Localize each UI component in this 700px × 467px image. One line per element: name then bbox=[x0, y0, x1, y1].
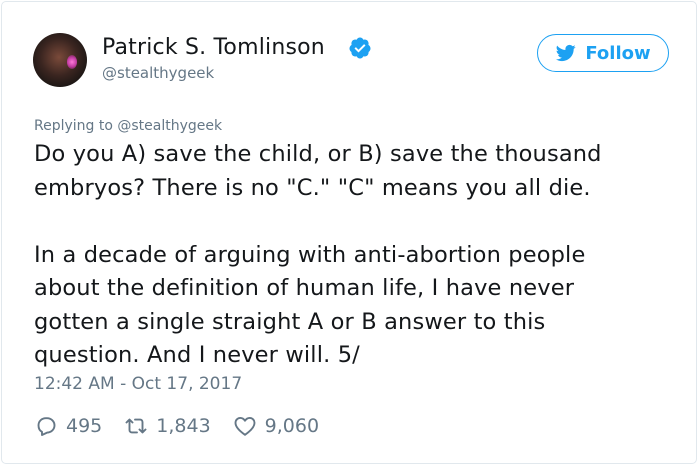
heart-icon bbox=[234, 416, 256, 436]
reply-context-prefix: Replying to bbox=[34, 118, 118, 134]
avatar[interactable] bbox=[33, 33, 87, 87]
retweet-icon bbox=[125, 418, 147, 434]
author-handle[interactable]: @stealthygeek bbox=[102, 64, 214, 82]
retweet-count: 1,843 bbox=[156, 415, 211, 437]
tweet-card: Patrick S. Tomlinson @stealthygeek Follo… bbox=[1, 1, 697, 464]
verified-badge-icon bbox=[349, 37, 371, 59]
like-count: 9,060 bbox=[264, 415, 320, 437]
retweet-button[interactable]: 1,843 bbox=[124, 414, 211, 438]
tweet-timestamp[interactable]: 12:42 AM - Oct 17, 2017 bbox=[34, 374, 242, 394]
twitter-bird-icon bbox=[556, 44, 577, 62]
tweet-text: Do you A) save the child, or B) save the… bbox=[34, 141, 602, 368]
avatar-light bbox=[67, 55, 77, 69]
reply-context: Replying to @stealthygeek bbox=[34, 118, 222, 134]
follow-label: Follow bbox=[585, 42, 651, 64]
reply-count: 495 bbox=[66, 415, 103, 437]
tweet-actions: 495 1,843 9,060 bbox=[34, 412, 341, 440]
follow-button[interactable]: Follow bbox=[537, 34, 669, 72]
reply-context-mention[interactable]: @stealthygeek bbox=[117, 118, 222, 134]
reply-button[interactable]: 495 bbox=[34, 414, 102, 438]
like-button[interactable]: 9,060 bbox=[233, 414, 319, 438]
reply-bubble-icon bbox=[37, 417, 56, 436]
author-display-name[interactable]: Patrick S. Tomlinson bbox=[102, 35, 325, 60]
